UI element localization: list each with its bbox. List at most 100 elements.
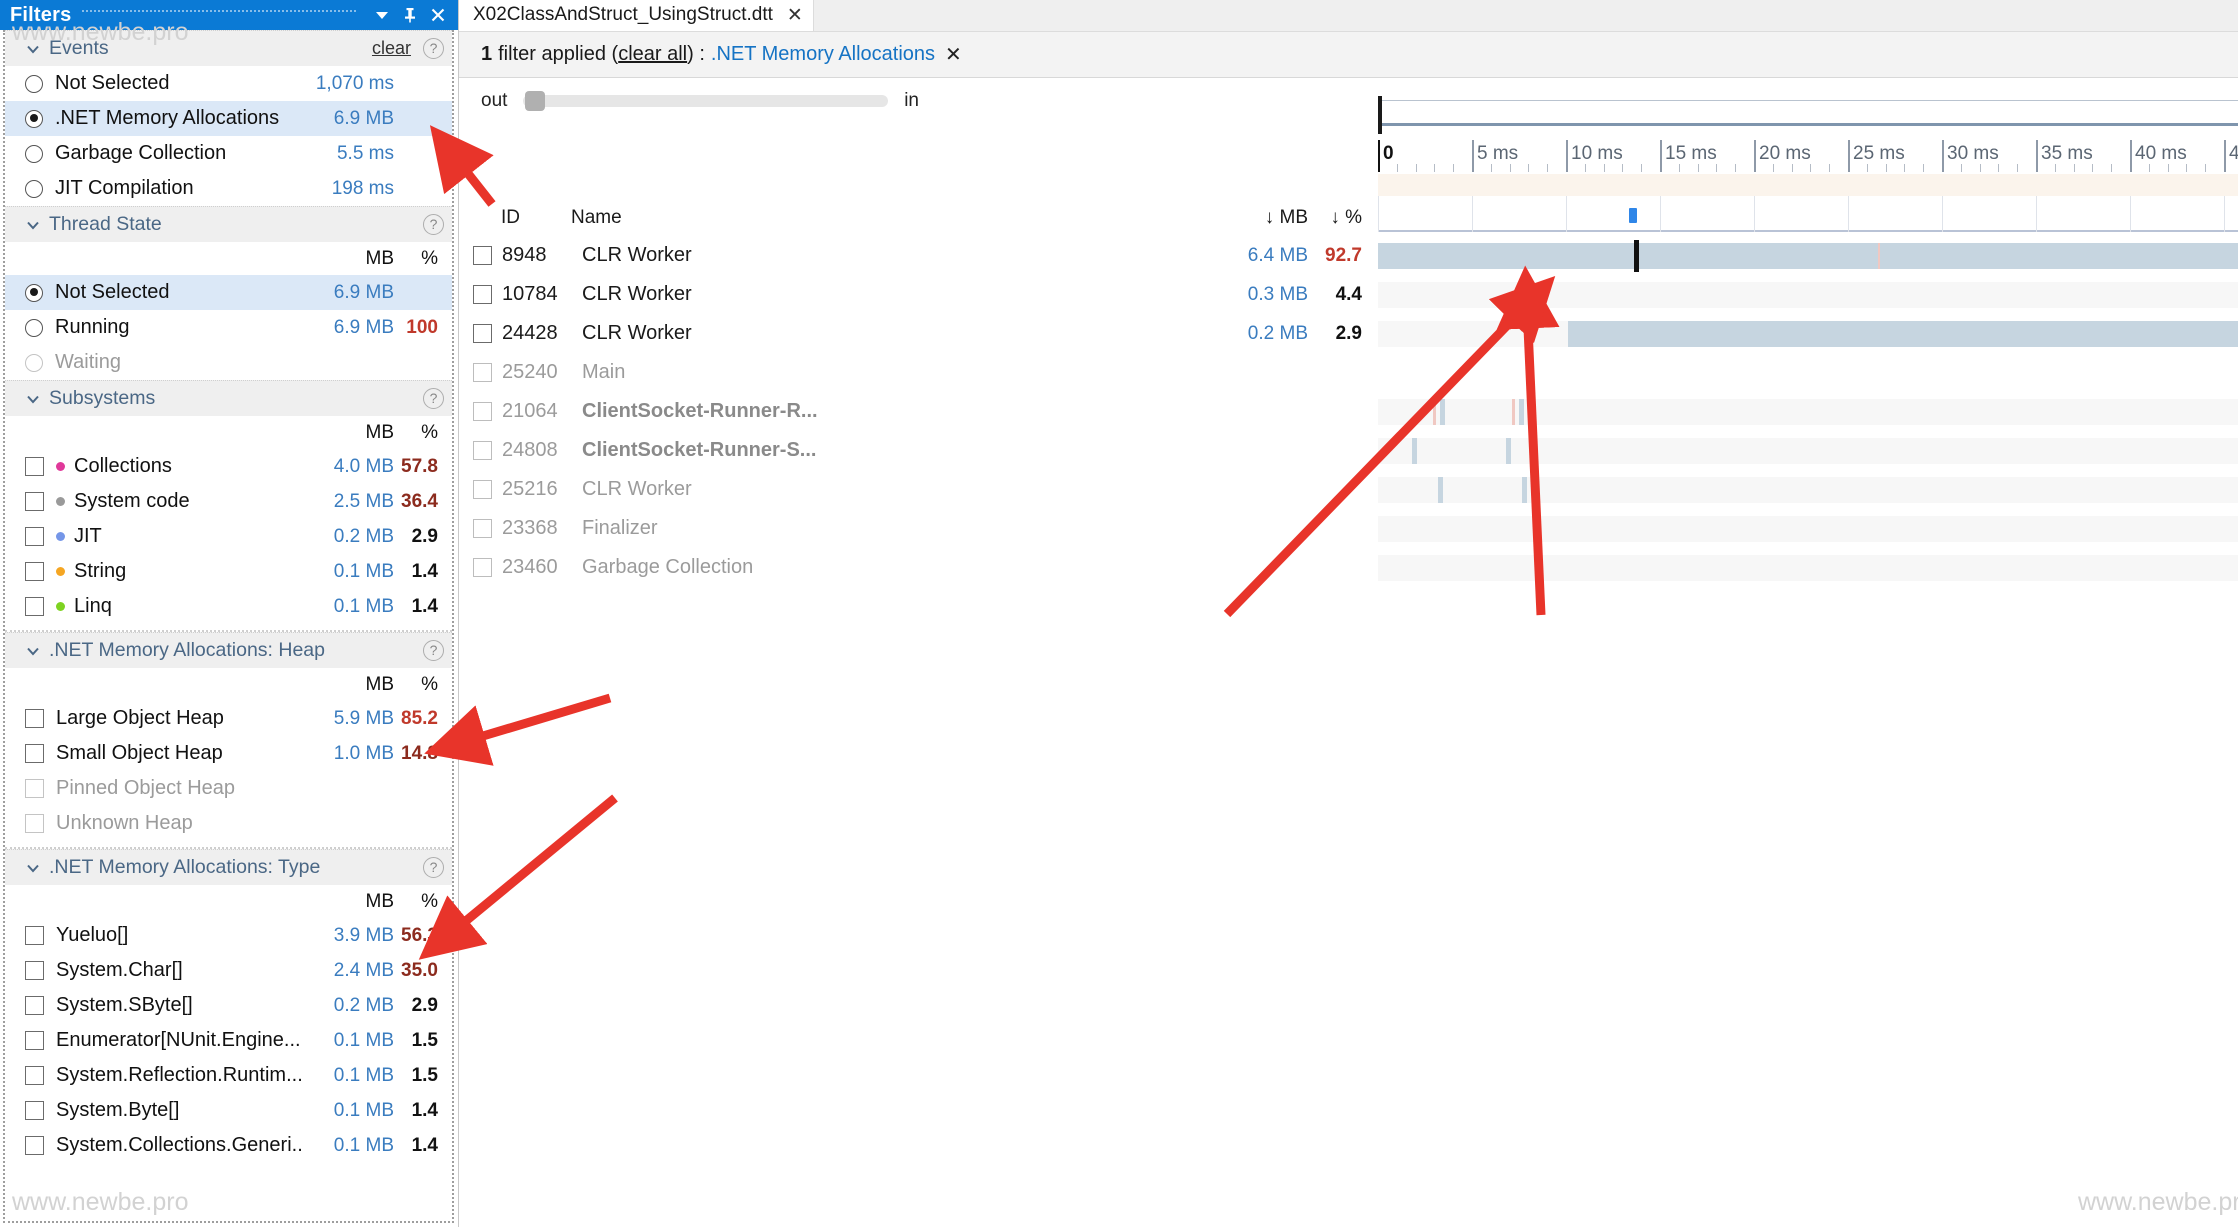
row-checkbox[interactable] bbox=[473, 519, 492, 538]
checkbox[interactable] bbox=[25, 926, 44, 945]
checkbox[interactable] bbox=[25, 1031, 44, 1050]
filter-row[interactable]: JIT Compilation198 ms bbox=[5, 171, 452, 206]
table-row[interactable]: 21064ClientSocket-Runner-R... bbox=[459, 392, 1378, 431]
filter-row[interactable]: System.Byte[]0.1 MB1.4 bbox=[5, 1093, 452, 1128]
help-icon[interactable]: ? bbox=[423, 640, 444, 661]
help-icon[interactable]: ? bbox=[423, 857, 444, 878]
zoom-slider-thumb[interactable] bbox=[525, 91, 545, 111]
chevron-down-icon[interactable] bbox=[25, 217, 41, 233]
table-row[interactable]: 25240Main bbox=[459, 353, 1378, 392]
section-header-heap[interactable]: .NET Memory Allocations: Heap? bbox=[5, 632, 452, 668]
filter-row[interactable]: Unknown Heap bbox=[5, 806, 452, 841]
clear-link[interactable]: clear bbox=[372, 38, 411, 59]
collapse-icon[interactable] bbox=[368, 2, 396, 28]
row-checkbox[interactable] bbox=[473, 441, 492, 460]
chevron-down-icon[interactable] bbox=[25, 860, 41, 876]
radio-button[interactable] bbox=[25, 180, 43, 198]
filter-row[interactable]: System.Char[]2.4 MB35.0 bbox=[5, 953, 452, 988]
filter-row[interactable]: .NET Memory Allocations6.9 MB bbox=[5, 101, 452, 136]
section-header-events[interactable]: Eventsclear? bbox=[5, 30, 452, 66]
clear-all-link[interactable]: clear all bbox=[618, 43, 687, 66]
checkbox[interactable] bbox=[25, 744, 44, 763]
checkbox[interactable] bbox=[25, 457, 44, 476]
gc-activity-band[interactable] bbox=[1378, 174, 2238, 196]
checkbox[interactable] bbox=[25, 996, 44, 1015]
radio-button[interactable] bbox=[25, 354, 43, 372]
filter-row[interactable]: Running6.9 MB100 bbox=[5, 310, 452, 345]
checkbox[interactable] bbox=[25, 1066, 44, 1085]
radio-button[interactable] bbox=[25, 319, 43, 337]
filter-row[interactable]: Waiting bbox=[5, 345, 452, 380]
col-header-mb[interactable]: ↓ MB bbox=[1190, 207, 1308, 229]
filter-row[interactable]: Linq0.1 MB1.4 bbox=[5, 589, 452, 624]
filter-row[interactable]: Large Object Heap5.9 MB85.2 bbox=[5, 701, 452, 736]
row-checkbox[interactable] bbox=[473, 480, 492, 499]
col-header-name[interactable]: Name bbox=[571, 207, 1190, 229]
tab-close-icon[interactable]: ✕ bbox=[787, 4, 803, 27]
checkbox[interactable] bbox=[25, 597, 44, 616]
table-row[interactable]: 24428CLR Worker0.2 MB2.9 bbox=[459, 314, 1378, 353]
table-row[interactable]: 23368Finalizer bbox=[459, 509, 1378, 548]
filter-row[interactable]: JIT0.2 MB2.9 bbox=[5, 519, 452, 554]
checkbox[interactable] bbox=[25, 961, 44, 980]
timeline-minimap[interactable] bbox=[1378, 96, 2238, 134]
thread-activity-bar[interactable] bbox=[1378, 243, 2238, 269]
filter-row[interactable]: Yueluo[]3.9 MB56.3 bbox=[5, 918, 452, 953]
close-icon[interactable] bbox=[424, 2, 452, 28]
filter-row[interactable]: System.Collections.Generi...0.1 MB1.4 bbox=[5, 1128, 452, 1163]
filter-row[interactable]: System code2.5 MB36.4 bbox=[5, 484, 452, 519]
table-row[interactable]: 25216CLR Worker bbox=[459, 470, 1378, 509]
filter-row[interactable]: System.Reflection.Runtim...0.1 MB1.5 bbox=[5, 1058, 452, 1093]
filter-row[interactable]: Pinned Object Heap bbox=[5, 771, 452, 806]
section-header-thread-state[interactable]: Thread State? bbox=[5, 206, 452, 242]
table-row[interactable]: 8948CLR Worker6.4 MB92.7 bbox=[459, 236, 1378, 275]
filter-row[interactable]: System.SByte[]0.2 MB2.9 bbox=[5, 988, 452, 1023]
table-row[interactable]: 24808ClientSocket-Runner-S... bbox=[459, 431, 1378, 470]
filter-row[interactable]: Not Selected1,070 ms bbox=[5, 66, 452, 101]
filter-row[interactable]: Garbage Collection5.5 ms bbox=[5, 136, 452, 171]
section-header-type[interactable]: .NET Memory Allocations: Type? bbox=[5, 849, 452, 885]
chevron-down-icon[interactable] bbox=[25, 643, 41, 659]
filter-row[interactable]: Not Selected6.9 MB bbox=[5, 275, 452, 310]
events-band[interactable] bbox=[1378, 196, 2238, 232]
row-checkbox[interactable] bbox=[473, 402, 492, 421]
filter-chip-remove-icon[interactable]: ✕ bbox=[945, 42, 962, 67]
chevron-down-icon[interactable] bbox=[25, 391, 41, 407]
radio-button[interactable] bbox=[25, 110, 43, 128]
checkbox[interactable] bbox=[25, 492, 44, 511]
row-checkbox[interactable] bbox=[473, 246, 492, 265]
checkbox[interactable] bbox=[25, 814, 44, 833]
pin-icon[interactable] bbox=[396, 2, 424, 28]
filter-row[interactable]: Collections4.0 MB57.8 bbox=[5, 449, 452, 484]
section-header-subsystems[interactable]: Subsystems? bbox=[5, 380, 452, 416]
thread-activity-bar[interactable] bbox=[1568, 321, 2238, 347]
radio-button[interactable] bbox=[25, 284, 43, 302]
checkbox[interactable] bbox=[25, 1136, 44, 1155]
checkbox[interactable] bbox=[25, 562, 44, 581]
checkbox[interactable] bbox=[25, 1101, 44, 1120]
filter-row[interactable]: Enumerator[NUnit.Engine...0.1 MB1.5 bbox=[5, 1023, 452, 1058]
checkbox[interactable] bbox=[25, 709, 44, 728]
row-checkbox[interactable] bbox=[473, 285, 492, 304]
row-checkbox[interactable] bbox=[473, 324, 492, 343]
event-marker[interactable] bbox=[1629, 208, 1637, 223]
filter-row[interactable]: String0.1 MB1.4 bbox=[5, 554, 452, 589]
radio-button[interactable] bbox=[25, 75, 43, 93]
chevron-down-icon[interactable] bbox=[25, 41, 41, 57]
table-row[interactable]: 23460Garbage Collection bbox=[459, 548, 1378, 587]
filter-chip-label[interactable]: .NET Memory Allocations bbox=[711, 43, 935, 66]
row-checkbox[interactable] bbox=[473, 558, 492, 577]
checkbox[interactable] bbox=[25, 779, 44, 798]
checkbox[interactable] bbox=[25, 527, 44, 546]
table-row[interactable]: 10784CLR Worker0.3 MB4.4 bbox=[459, 275, 1378, 314]
row-checkbox[interactable] bbox=[473, 363, 492, 382]
help-icon[interactable]: ? bbox=[423, 388, 444, 409]
col-header-id[interactable]: ID bbox=[459, 207, 571, 229]
help-icon[interactable]: ? bbox=[423, 38, 444, 59]
zoom-slider-track[interactable] bbox=[523, 95, 888, 107]
help-icon[interactable]: ? bbox=[423, 214, 444, 235]
filter-row[interactable]: Small Object Heap1.0 MB14.8 bbox=[5, 736, 452, 771]
radio-button[interactable] bbox=[25, 145, 43, 163]
document-tab[interactable]: X02ClassAndStruct_UsingStruct.dtt ✕ bbox=[459, 0, 814, 31]
col-header-pct[interactable]: ↓ % bbox=[1308, 207, 1378, 229]
